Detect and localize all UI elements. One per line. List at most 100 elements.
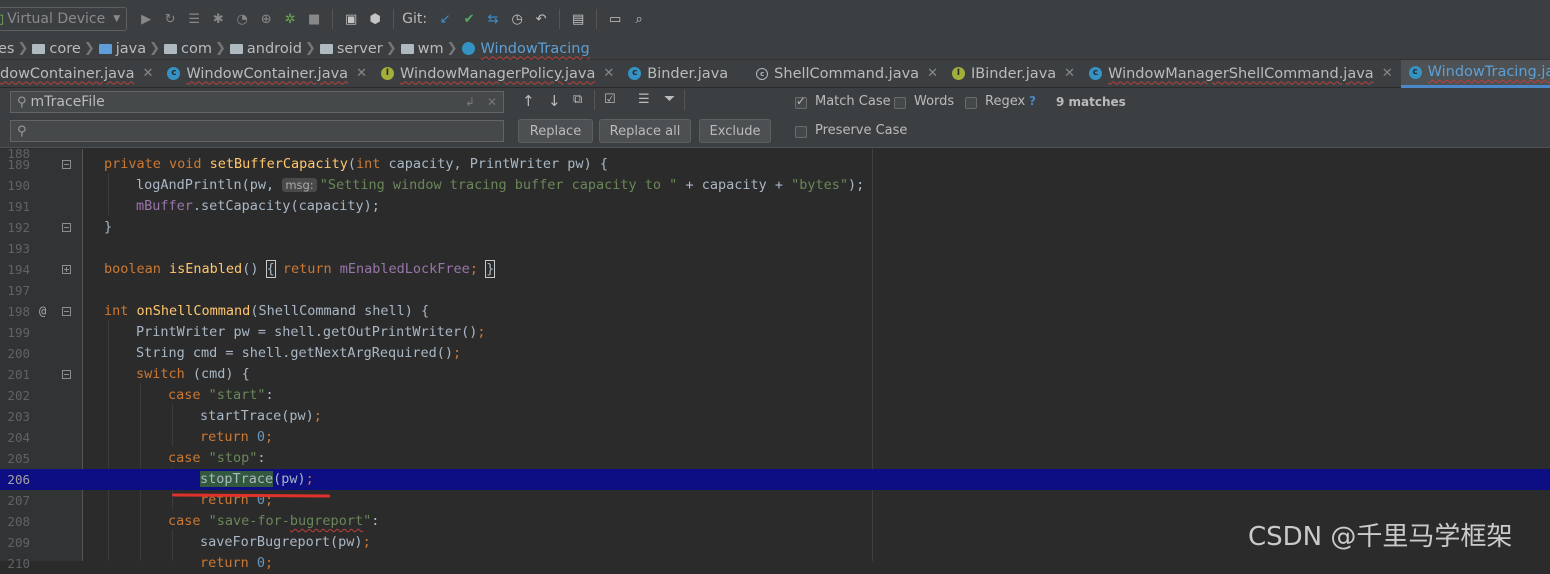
line-number: 189	[7, 157, 30, 172]
preserve-case-checkbox[interactable]: Preserve Case	[795, 123, 907, 138]
debug-icon[interactable]: ✱	[207, 8, 229, 30]
package-icon	[164, 43, 178, 54]
words-checkbox[interactable]: Words	[894, 94, 954, 109]
chevron-right-icon: ❯	[17, 41, 29, 56]
apply-code-changes-icon[interactable]: ☰	[183, 8, 205, 30]
profile-icon[interactable]: ◔	[231, 8, 253, 30]
class-icon: c	[1089, 67, 1103, 80]
search-everywhere-icon[interactable]: ⌕	[628, 8, 650, 30]
fold-marker-icon[interactable]	[62, 265, 71, 274]
close-icon[interactable]: ✕	[1382, 66, 1393, 81]
fold-marker-icon[interactable]	[62, 160, 71, 169]
next-match-icon[interactable]: ↓	[548, 92, 561, 110]
annotation-at-icon[interactable]: @	[39, 301, 46, 322]
close-icon[interactable]: ✕	[142, 66, 153, 81]
breadcrumb-item[interactable]: com ❯	[164, 41, 230, 57]
breadcrumb-item[interactable]: android ❯	[229, 40, 320, 57]
tab-window-manager-policy[interactable]: I WindowManagerPolicy.java ✕	[377, 60, 618, 88]
replace-button[interactable]: Replace	[518, 119, 593, 143]
tab-window-container[interactable]: c WindowContainer.java ✕	[163, 60, 371, 88]
match-case-checkbox[interactable]: Match Case	[795, 94, 891, 109]
breadcrumb-item[interactable]: java ❯	[98, 41, 164, 57]
tab-binder[interactable]: c Binder.java	[624, 60, 732, 88]
code-line: 190 logAndPrintln(pw, msg: "Setting windo…	[0, 175, 1550, 196]
breadcrumb-label: wm	[417, 40, 444, 57]
abstract-class-icon: c	[756, 67, 769, 80]
replace-input[interactable]: ⚲	[10, 120, 504, 142]
git-rollback-icon[interactable]: ↶	[530, 8, 552, 30]
breadcrumb-item-current[interactable]: WindowTracing	[461, 41, 590, 57]
device-selector-label: Virtual Device	[7, 11, 106, 27]
breadcrumb-item[interactable]: wm ❯	[400, 40, 462, 57]
git-commit-icon[interactable]: ✔	[458, 8, 480, 30]
tab-ibinder[interactable]: I IBinder.java ✕	[948, 60, 1079, 88]
search-icon: ⚲	[17, 94, 27, 110]
chevron-right-icon: ❯	[149, 41, 161, 56]
regex-checkbox[interactable]: Regex	[965, 94, 1025, 109]
tab-label: dowContainer.java	[0, 65, 135, 82]
class-icon: c	[628, 67, 642, 80]
code-text: switch (cmd) {	[136, 366, 250, 382]
tab-window-manager-shell-command[interactable]: c WindowManagerShellCommand.java ✕	[1085, 60, 1397, 88]
code-line: 200 String cmd = shell.getNextArgRequire…	[0, 343, 1550, 364]
close-icon[interactable]: ✕	[1064, 66, 1075, 81]
breadcrumb-item[interactable]: core ❯	[32, 41, 98, 57]
stop-icon[interactable]: ■	[303, 8, 325, 30]
code-text: return 0;	[200, 429, 274, 445]
add-selection-icon[interactable]: ☑	[604, 92, 616, 107]
code-editor[interactable]: 188 189 private void setBufferCapacity(i…	[0, 146, 1550, 571]
regex-help-icon[interactable]: ?	[1029, 94, 1036, 108]
attach-debugger-icon[interactable]: ⊕	[255, 8, 277, 30]
breadcrumb: es ❯ core ❯ java ❯ com ❯ android ❯ server ❯ wm…	[0, 38, 1550, 60]
breadcrumb-label: core	[49, 40, 81, 57]
fold-marker-icon[interactable]	[62, 223, 71, 232]
package-icon	[400, 43, 414, 54]
tab-shell-command[interactable]: c ShellCommand.java ✕	[752, 60, 942, 88]
filter-icon[interactable]: ⏷	[664, 91, 675, 107]
device-selector[interactable]: ▯ Virtual Device ▼	[0, 7, 128, 31]
tab-window-container-partial[interactable]: dowContainer.java ✕	[0, 60, 157, 88]
tab-window-tracing[interactable]: cWindowTracing.java✕	[1400, 59, 1550, 88]
match-case-label: Match Case	[815, 94, 891, 109]
apply-changes-icon[interactable]: ↻	[159, 8, 181, 30]
line-number: 204	[7, 430, 30, 445]
breadcrumb-item[interactable]: es ❯	[0, 41, 32, 57]
code-line: 193	[0, 238, 1550, 259]
close-icon[interactable]: ✕	[356, 66, 367, 81]
fold-marker-icon[interactable]	[62, 307, 71, 316]
close-icon[interactable]: ✕	[603, 66, 614, 81]
line-number: 201	[7, 367, 30, 382]
breadcrumb-label: android	[246, 40, 302, 57]
git-update-icon[interactable]: ↙	[434, 8, 456, 30]
regex-label: Regex	[985, 94, 1026, 109]
select-all-occurrences-icon[interactable]: ⧉	[573, 92, 582, 107]
clear-search-icon[interactable]: ✕	[487, 95, 497, 109]
sdk-manager-icon[interactable]: ⬢	[364, 8, 386, 30]
git-history-icon[interactable]: ◷	[506, 8, 528, 30]
tab-label: WindowManagerShellCommand.java	[1108, 65, 1374, 82]
exclude-button[interactable]: Exclude	[699, 119, 771, 143]
terminal-icon[interactable]: ▭	[604, 8, 626, 30]
previous-match-icon[interactable]: ↑	[522, 92, 535, 110]
context-options-icon[interactable]: ☰	[638, 92, 650, 107]
run-icon[interactable]: ▶	[135, 8, 157, 30]
project-structure-icon[interactable]: ▤	[567, 8, 589, 30]
fold-marker-icon[interactable]	[62, 370, 71, 379]
git-compare-icon[interactable]: ⇆	[482, 8, 504, 30]
chevron-right-icon: ❯	[304, 41, 316, 56]
code-line: 204 return 0;	[0, 427, 1550, 448]
sync-icon[interactable]: ✲	[279, 8, 301, 30]
breadcrumb-item[interactable]: server ❯	[319, 41, 401, 57]
code-line: 191 mBuffer.setCapacity(capacity);	[0, 196, 1550, 217]
close-icon[interactable]: ✕	[927, 66, 938, 81]
search-input[interactable]: ⚲ mTraceFile ↲ ✕	[10, 91, 504, 113]
android-device-icon: ▯	[0, 11, 5, 27]
code-text: PrintWriter pw = shell.getOutPrintWriter…	[136, 324, 486, 340]
line-number: 198	[7, 304, 30, 319]
device-manager-icon[interactable]: ▣	[340, 8, 362, 30]
line-number: 193	[7, 241, 30, 256]
breadcrumb-label: es	[0, 40, 15, 57]
replace-all-button[interactable]: Replace all	[599, 119, 691, 143]
new-line-icon[interactable]: ↲	[465, 95, 475, 109]
line-number: 202	[7, 388, 30, 403]
